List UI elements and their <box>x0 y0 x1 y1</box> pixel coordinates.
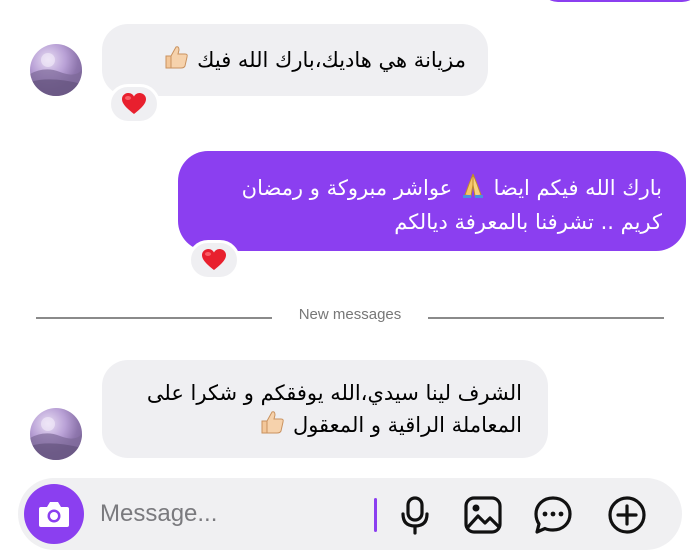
new-messages-divider: New messages <box>298 306 402 323</box>
message-line-1: بارك الله فيكم ايضا عواشر مبروكة و رمضان <box>202 171 662 207</box>
message-text: المعاملة الراقية و المعقول <box>292 413 522 437</box>
message-bubble-incoming[interactable]: الشرف لينا سيدي،الله يوفقكم و شكرا على ا… <box>102 360 548 458</box>
message-text: بارك الله فيكم ايضا <box>493 176 662 200</box>
avatar[interactable] <box>30 408 82 460</box>
pray-icon <box>459 171 487 207</box>
avatar-image <box>30 53 82 96</box>
divider-line-left <box>36 317 272 319</box>
message-bubble-incoming[interactable]: مزيانة هي هاديك،بارك الله فيك <box>102 24 488 96</box>
previous-outgoing-bubble <box>540 0 700 2</box>
thumbs-up-icon <box>258 408 286 444</box>
heart-icon <box>202 249 226 270</box>
avatar[interactable] <box>30 44 82 96</box>
message-text: عواشر مبروكة و رمضان <box>241 176 453 200</box>
message-reaction[interactable] <box>108 84 160 124</box>
text-caret <box>374 498 377 532</box>
message-bubble-outgoing[interactable]: بارك الله فيكم ايضا عواشر مبروكة و رمضان… <box>178 151 686 251</box>
heart-icon <box>122 93 146 114</box>
message-input[interactable] <box>100 498 360 530</box>
message-text: مزيانة هي هاديك،بارك الله فيك <box>197 48 466 72</box>
gallery-icon[interactable] <box>462 494 504 536</box>
message-composer <box>18 478 682 550</box>
microphone-icon[interactable] <box>394 494 436 536</box>
camera-icon <box>39 502 69 527</box>
avatar-image <box>30 417 82 460</box>
message-reaction[interactable] <box>188 240 240 280</box>
thumbs-up-icon <box>162 43 190 79</box>
plus-icon[interactable] <box>606 494 648 536</box>
divider-line-right <box>428 317 664 319</box>
message-line-2: كريم .. تشرفنا بالمعرفة ديالكم <box>394 210 662 234</box>
sticker-chat-icon[interactable] <box>532 494 574 536</box>
message-line-1: الشرف لينا سيدي،الله يوفقكم و شكرا على <box>146 381 522 405</box>
message-line-2: المعاملة الراقية و المعقول <box>128 408 522 444</box>
camera-button[interactable] <box>24 484 84 544</box>
